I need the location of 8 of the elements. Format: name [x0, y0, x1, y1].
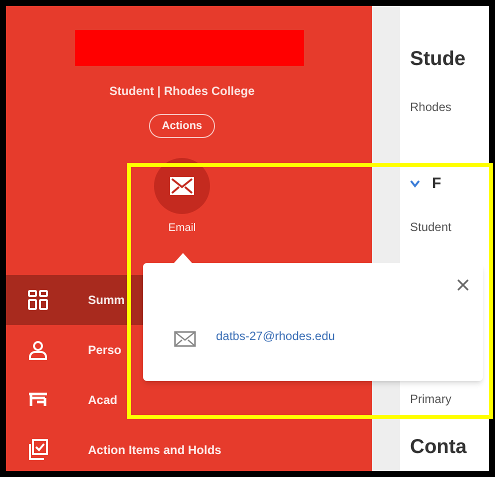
section-title: F: [432, 174, 442, 194]
email-label: Email: [168, 221, 196, 236]
field-label: Student: [410, 219, 452, 236]
page-heading: Stude: [410, 47, 467, 72]
section-heading: Conta: [410, 435, 468, 460]
field-label: Rhodes: [410, 99, 452, 116]
profile-subtitle: Student | Rhodes College: [109, 83, 255, 100]
field-label: Primary: [410, 391, 452, 408]
